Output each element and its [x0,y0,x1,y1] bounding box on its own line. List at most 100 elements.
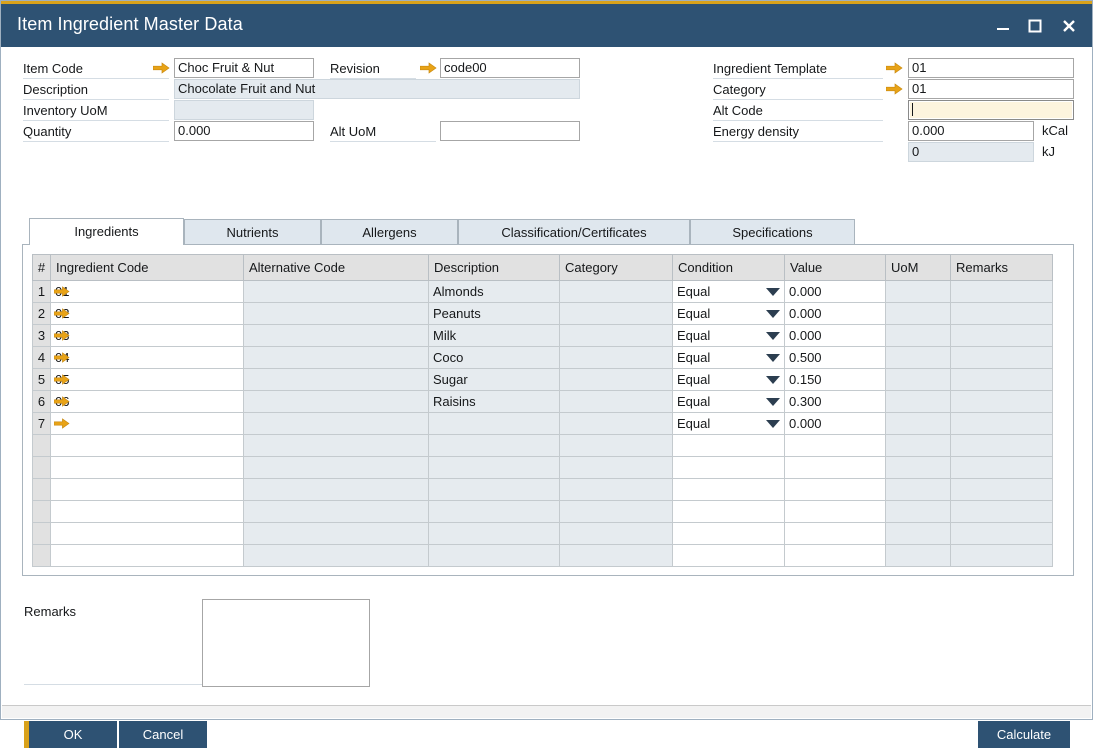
col-header-remarks[interactable]: Remarks [951,255,1053,281]
cell-ingredient-code[interactable] [51,457,244,479]
cell-condition[interactable] [673,545,785,567]
tab-classification-certificates[interactable]: Classification/Certificates [458,219,690,245]
cell-description[interactable] [429,435,560,457]
cell-uom[interactable] [886,545,951,567]
cell-alternative-code[interactable] [244,369,429,391]
cell-uom[interactable] [886,479,951,501]
cell-description[interactable] [429,545,560,567]
cancel-button[interactable]: Cancel [119,721,207,748]
cell-description[interactable]: Raisins [429,391,560,413]
chevron-down-icon[interactable] [766,288,780,296]
cell-ingredient-code[interactable]: 03 [51,325,244,347]
table-row[interactable]: 101AlmondsEqual0.000 [33,281,1053,303]
cell-description[interactable] [429,479,560,501]
cell-remarks[interactable] [951,303,1053,325]
cell-remarks[interactable] [951,413,1053,435]
cell-ingredient-code[interactable] [51,479,244,501]
cell-value[interactable] [785,479,886,501]
cell-uom[interactable] [886,391,951,413]
cell-remarks[interactable] [951,479,1053,501]
cell-ingredient-code[interactable]: 06 [51,391,244,413]
cell-description[interactable] [429,523,560,545]
cell-alternative-code[interactable] [244,479,429,501]
cell-alternative-code[interactable] [244,457,429,479]
chevron-down-icon[interactable] [766,332,780,340]
cell-value[interactable] [785,523,886,545]
cell-uom[interactable] [886,303,951,325]
chevron-down-icon[interactable] [766,354,780,362]
cell-category[interactable] [560,303,673,325]
cell-alternative-code[interactable] [244,303,429,325]
cell-category[interactable] [560,523,673,545]
tab-ingredients[interactable]: Ingredients [29,218,184,245]
cell-category[interactable] [560,435,673,457]
cell-remarks[interactable] [951,523,1053,545]
cell-condition[interactable] [673,435,785,457]
cell-category[interactable] [560,369,673,391]
alt-code-input[interactable] [908,100,1074,120]
row-link-arrow-icon[interactable] [54,417,70,430]
cell-condition[interactable]: Equal [673,369,785,391]
table-row[interactable]: 404CocoEqual0.500 [33,347,1053,369]
quantity-input[interactable]: 0.000 [174,121,314,141]
cell-uom[interactable] [886,413,951,435]
col-header-uom[interactable]: UoM [886,255,951,281]
cell-condition[interactable]: Equal [673,281,785,303]
cell-description[interactable]: Coco [429,347,560,369]
table-row[interactable]: 202PeanutsEqual0.000 [33,303,1053,325]
ok-button[interactable]: OK [24,721,117,748]
cell-description[interactable]: Almonds [429,281,560,303]
cell-category[interactable] [560,413,673,435]
tab-nutrients[interactable]: Nutrients [184,219,321,245]
table-row[interactable]: 505SugarEqual0.150 [33,369,1053,391]
close-button[interactable] [1054,13,1084,41]
cell-remarks[interactable] [951,347,1053,369]
chevron-down-icon[interactable] [766,310,780,318]
ingredient-template-link-arrow-icon[interactable] [886,61,903,75]
cell-remarks[interactable] [951,457,1053,479]
cell-remarks[interactable] [951,281,1053,303]
cell-condition[interactable]: Equal [673,303,785,325]
cell-ingredient-code[interactable] [51,435,244,457]
col-header-alternative-code[interactable]: Alternative Code [244,255,429,281]
table-row-empty[interactable] [33,523,1053,545]
cell-ingredient-code[interactable]: 05 [51,369,244,391]
col-header-value[interactable]: Value [785,255,886,281]
cell-category[interactable] [560,479,673,501]
cell-ingredient-code[interactable] [51,501,244,523]
cell-value[interactable]: 0.500 [785,347,886,369]
cell-alternative-code[interactable] [244,501,429,523]
row-link-arrow-icon[interactable] [54,285,70,298]
col-header-category[interactable]: Category [560,255,673,281]
cell-alternative-code[interactable] [244,281,429,303]
cell-alternative-code[interactable] [244,347,429,369]
cell-condition[interactable] [673,457,785,479]
cell-condition[interactable] [673,501,785,523]
cell-remarks[interactable] [951,501,1053,523]
cell-uom[interactable] [886,369,951,391]
row-link-arrow-icon[interactable] [54,329,70,342]
cell-category[interactable] [560,281,673,303]
alt-uom-input[interactable] [440,121,580,141]
cell-condition[interactable]: Equal [673,325,785,347]
cell-description[interactable] [429,501,560,523]
cell-alternative-code[interactable] [244,413,429,435]
cell-condition[interactable]: Equal [673,347,785,369]
cell-remarks[interactable] [951,545,1053,567]
cell-value[interactable] [785,435,886,457]
cell-alternative-code[interactable] [244,435,429,457]
revision-link-arrow-icon[interactable] [420,61,437,75]
table-row[interactable]: 606RaisinsEqual0.300 [33,391,1053,413]
cell-alternative-code[interactable] [244,523,429,545]
row-link-arrow-icon[interactable] [54,351,70,364]
table-row-empty[interactable] [33,435,1053,457]
cell-ingredient-code[interactable]: 04 [51,347,244,369]
cell-value[interactable]: 0.000 [785,413,886,435]
cell-remarks[interactable] [951,435,1053,457]
cell-uom[interactable] [886,435,951,457]
item-code-link-arrow-icon[interactable] [153,61,170,75]
cell-remarks[interactable] [951,325,1053,347]
chevron-down-icon[interactable] [766,376,780,384]
cell-ingredient-code[interactable] [51,545,244,567]
revision-input[interactable]: code00 [440,58,580,78]
